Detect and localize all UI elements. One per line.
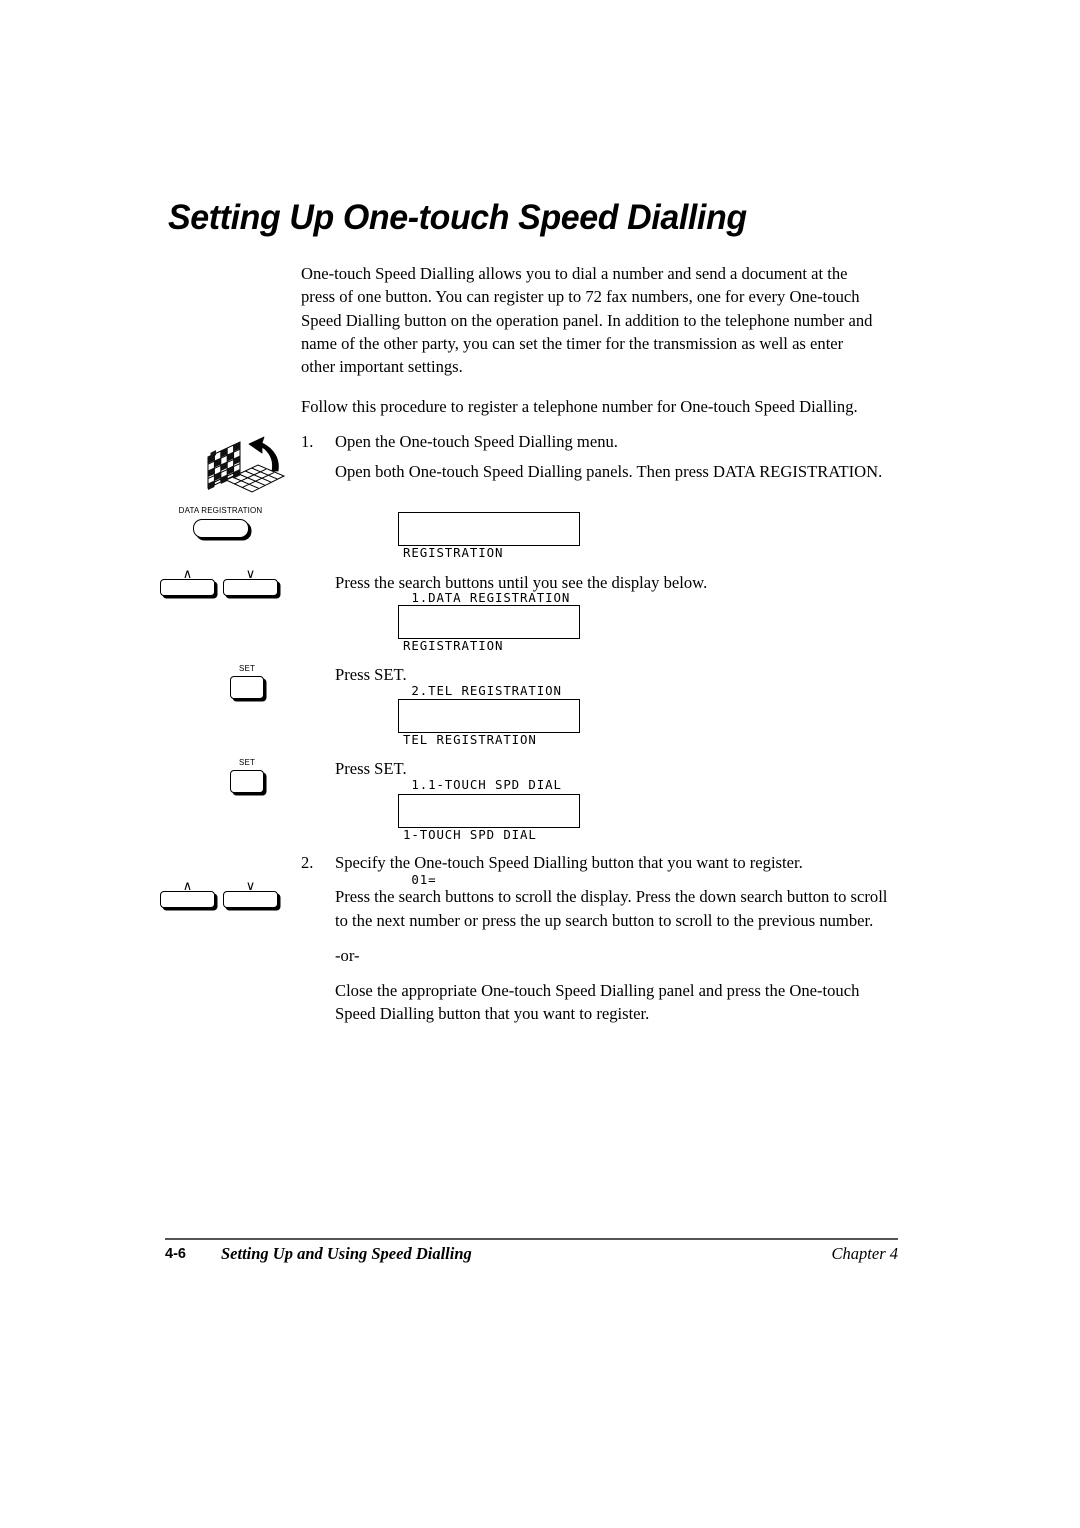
search-up-caret-2: ∧ [182,878,193,893]
intro-paragraph-1: One-touch Speed Dialling allows you to d… [301,264,873,377]
search-down-button-2[interactable] [223,891,278,908]
search-up-button-1[interactable] [160,579,215,596]
set-label-1: SET [239,663,255,673]
step-2-text: Specify the One-touch Speed Dialling but… [335,853,803,872]
footer-chapter: Chapter 4 [831,1244,898,1263]
set-label-2: SET [239,757,255,767]
search-up-caret-1: ∧ [182,566,193,581]
set-button-1[interactable] [230,676,264,699]
open-panels-illustration [207,436,286,493]
page-title: Setting Up One-touch Speed Dialling [168,198,747,237]
footer-page-number: 4-6 [165,1246,186,1262]
set-control-1: SET [224,663,286,699]
lcd-display-4: 1-TOUCH SPD DIAL 01= [398,794,580,887]
lcd-display-1-line1: REGISTRATION [403,545,504,560]
step-1-text: Open the One-touch Speed Dialling menu. [335,432,618,451]
step-1: 1. Open the One-touch Speed Dialling men… [301,430,901,484]
lcd-display-1: REGISTRATION 1.DATA REGISTRATION [398,512,580,605]
instruction-press-set-2: Press SET. [335,759,407,778]
data-registration-label: DATA REGISTRATION [178,505,263,515]
footer-title: Setting Up and Using Speed Dialling [221,1244,472,1263]
search-down-button-1[interactable] [223,579,278,596]
step-2: 2. Specify the One-touch Speed Dialling … [301,851,901,1026]
step-2-or-separator: -or- [335,945,360,965]
lcd-display-3-line1: TEL REGISTRATION [403,732,537,747]
document-page: Setting Up One-touch Speed Dialling One-… [0,0,1080,1528]
step-1-detail: Open both One-touch Speed Dialling panel… [335,462,883,482]
set-control-2: SET [224,757,286,793]
footer-divider [165,1238,898,1240]
search-down-caret-1: ∨ [245,566,256,581]
step-2-alternative: Close the appropriate One-touch Speed Di… [335,981,860,1024]
lcd-display-3: TEL REGISTRATION 1.1-TOUCH SPD DIAL [398,699,580,792]
data-registration-control: DATA REGISTRATION [163,505,278,538]
page-footer: 4-6 Setting Up and Using Speed Dialling … [165,1244,898,1270]
step-2-detail: Press the search buttons to scroll the d… [335,887,888,930]
instruction-press-search: Press the search buttons until you see t… [335,573,708,592]
search-up-button-2[interactable] [160,891,215,908]
search-buttons-2: ∧ ∨ [160,878,278,908]
intro-paragraph-2: Follow this procedure to register a tele… [301,397,858,417]
lcd-display-2: REGISTRATION 2.TEL REGISTRATION [398,605,580,698]
data-registration-button[interactable] [192,519,249,538]
search-down-caret-2: ∨ [245,878,256,893]
lcd-display-2-line1: REGISTRATION [403,638,504,653]
step-1-number: 1. [301,432,314,451]
step-2-line: 2. Specify the One-touch Speed Dialling … [301,851,901,874]
step-1-line: 1. Open the One-touch Speed Dialling men… [301,430,901,453]
lcd-display-4-line1: 1-TOUCH SPD DIAL [403,827,537,842]
search-buttons-1: ∧ ∨ [160,566,278,596]
intro-paragraphs: One-touch Speed Dialling allows you to d… [301,262,881,419]
step-2-number: 2. [301,853,314,872]
instruction-press-set-1: Press SET. [335,665,407,684]
set-button-2[interactable] [230,770,264,793]
